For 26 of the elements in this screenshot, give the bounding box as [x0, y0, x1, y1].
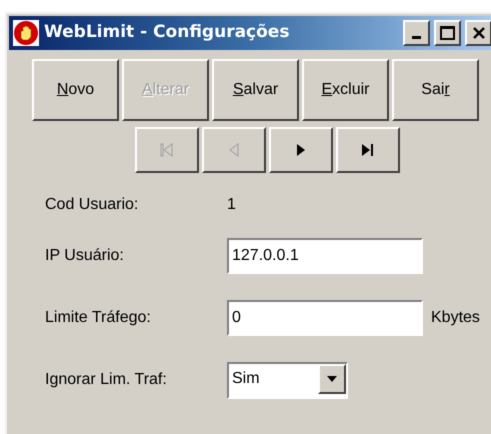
toolbar-button[interactable]: Novo: [32, 59, 119, 121]
dropdown-button[interactable]: [318, 364, 346, 394]
field-label: Limite Tráfego:: [45, 308, 152, 328]
unit-label: Kbytes: [431, 308, 480, 328]
maximize-button[interactable]: [434, 20, 461, 46]
toolbar-button[interactable]: Excluir: [302, 59, 389, 121]
text-field[interactable]: 0: [227, 300, 423, 336]
first-record-icon: [160, 143, 174, 157]
minimize-button[interactable]: [403, 20, 430, 46]
field-label: IP Usuário:: [45, 246, 125, 266]
field-value: 1: [227, 195, 236, 215]
window-title: WebLimit - Configurações: [44, 21, 290, 44]
navigator-button[interactable]: [336, 127, 400, 173]
combo-box[interactable]: Sim: [227, 362, 348, 398]
navigator-button[interactable]: [269, 127, 333, 173]
text-field[interactable]: 127.0.0.1: [227, 238, 423, 274]
close-icon: [472, 26, 486, 40]
toolbar-button[interactable]: Salvar: [212, 59, 299, 121]
toolbar-button[interactable]: Sair: [392, 59, 479, 121]
stop-hand-icon: [13, 20, 39, 46]
field-label: Cod Usuario:: [45, 195, 140, 215]
prior-record-icon: [227, 143, 241, 157]
close-button[interactable]: [465, 20, 491, 46]
dropdown-arrow-icon: [327, 376, 337, 382]
last-record-icon: [361, 143, 375, 157]
field-label: Ignorar Lim. Traf:: [45, 370, 168, 390]
